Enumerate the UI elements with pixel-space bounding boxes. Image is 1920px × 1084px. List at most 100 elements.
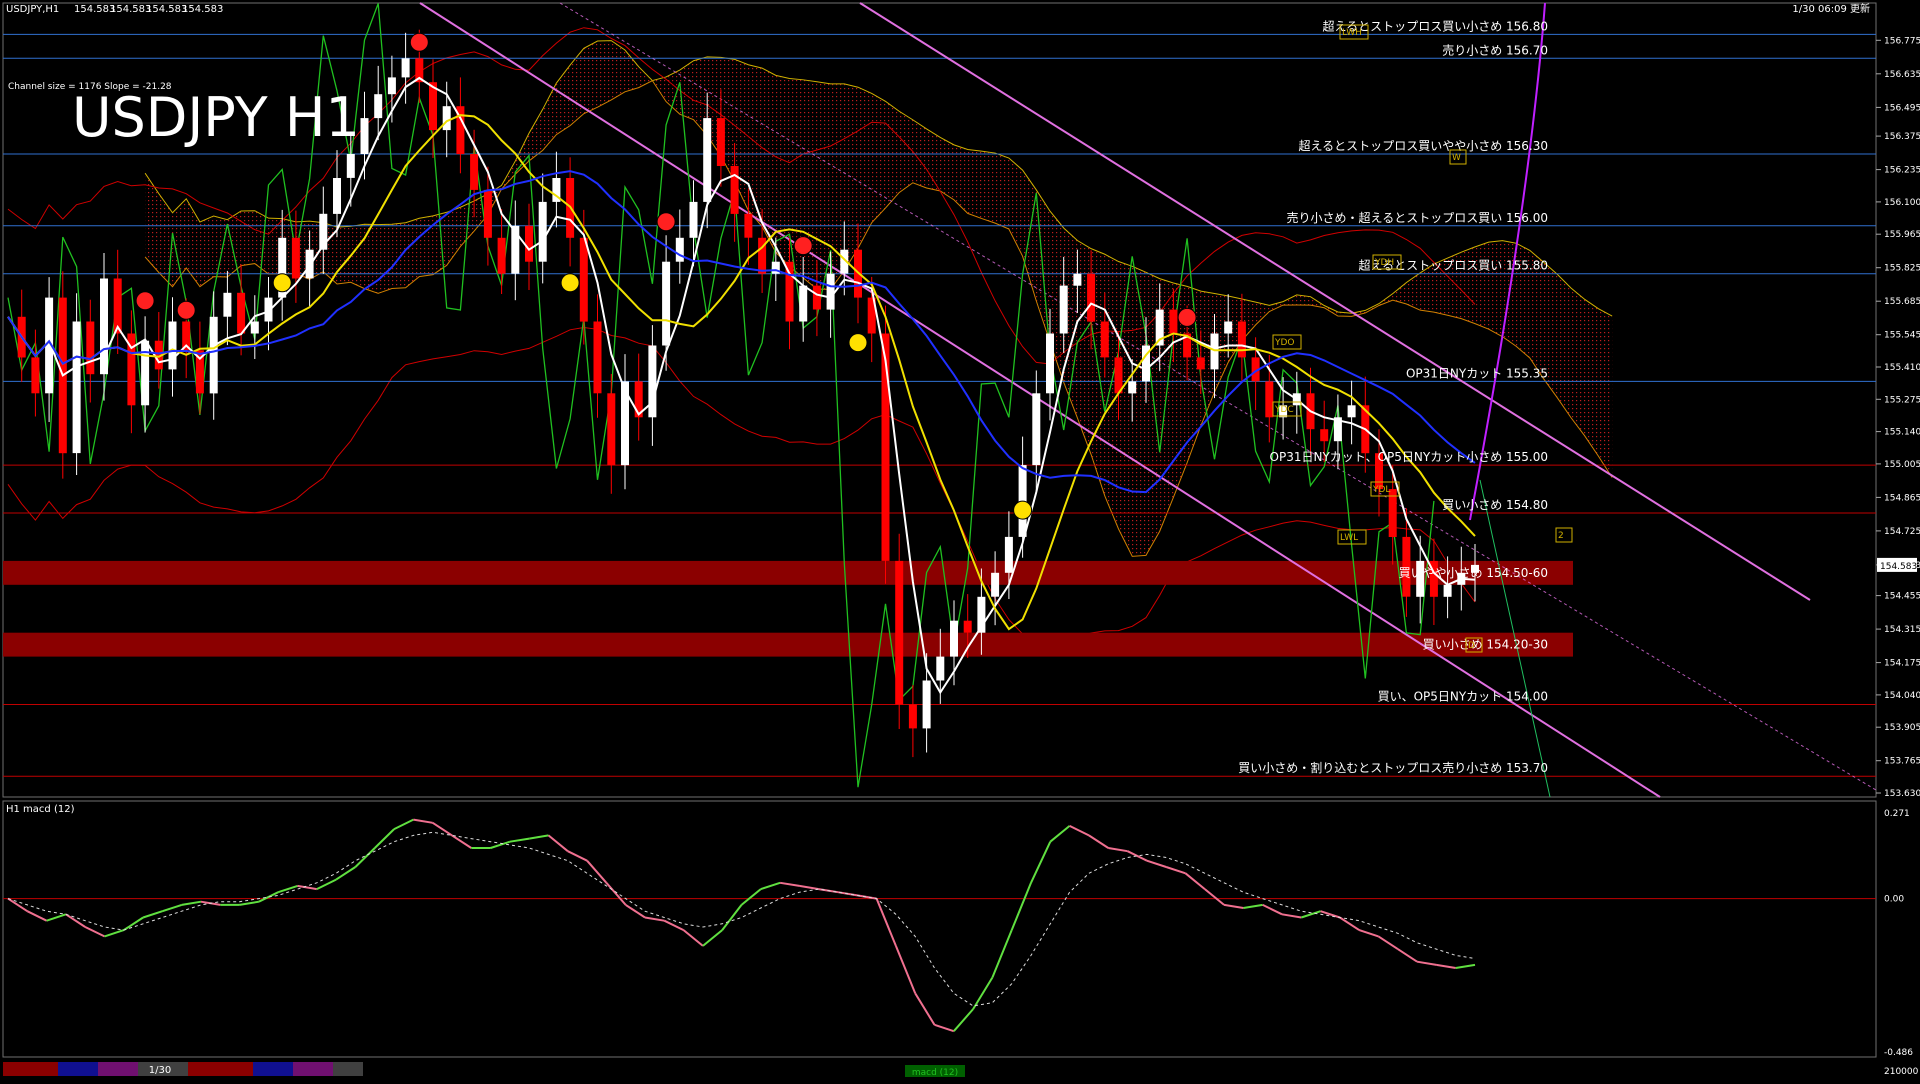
candle-body — [497, 237, 506, 274]
price-tick-label: 153.765 — [1884, 757, 1920, 767]
candle-body — [1169, 309, 1178, 334]
candle-body — [470, 154, 479, 190]
price-tick-label: 156.635 — [1884, 70, 1920, 80]
footer-date: 1/30 — [149, 1065, 171, 1076]
candle-body — [648, 345, 657, 418]
indicator-tab[interactable]: macd (12) — [912, 1068, 958, 1078]
candle-body — [812, 285, 821, 310]
fractal-up-marker — [656, 212, 676, 232]
candle-body — [826, 273, 835, 310]
macd-tick-label: 0.271 — [1884, 809, 1910, 819]
candle-body — [100, 278, 108, 375]
fractal-down-marker — [560, 273, 580, 293]
fractal-down-marker — [848, 333, 868, 353]
level-label: 買い小さめ 154.80 — [1442, 498, 1548, 512]
price-tick-label: 153.905 — [1884, 723, 1920, 733]
candle-body — [607, 393, 616, 466]
candle-body — [1004, 536, 1013, 573]
fractal-up-marker — [793, 236, 813, 256]
candle-body — [785, 261, 794, 322]
price-tick-label: 155.685 — [1884, 297, 1920, 307]
candle-body — [716, 118, 725, 166]
price-tick-label: 155.410 — [1884, 363, 1920, 373]
price-tick-label: 155.825 — [1884, 264, 1920, 274]
tag-label: LWL — [1340, 533, 1358, 543]
candle-body — [675, 237, 684, 262]
price-tick-label: 154.315 — [1884, 625, 1920, 635]
tag-label: YDL — [1372, 485, 1390, 495]
price-tick-label: 154.175 — [1884, 659, 1920, 669]
macd-tick-label: 0.00 — [1884, 895, 1904, 905]
tag-label: LWH — [1342, 28, 1362, 38]
candle-body — [593, 321, 602, 394]
candle-body — [950, 620, 958, 657]
level-label: OP31日NYカット 155.35 — [1406, 366, 1548, 380]
candle-body — [1320, 429, 1329, 442]
candle-body — [703, 118, 712, 202]
candle-body — [401, 58, 410, 78]
price-tick-label: 153.630 — [1884, 789, 1920, 799]
candle-body — [744, 213, 753, 238]
candle-body — [1032, 393, 1041, 466]
candle-body — [936, 656, 945, 681]
price-tick-label: 155.275 — [1884, 395, 1920, 405]
price-tick-label: 156.495 — [1884, 103, 1920, 113]
candle-body — [387, 77, 396, 95]
tag-label: 2 — [1558, 531, 1564, 541]
symbol-info: USDJPY,H1 — [6, 4, 59, 15]
fractal-down-marker — [272, 273, 292, 293]
macd-tick-label: -0.486 — [1884, 1048, 1913, 1058]
candle-body — [1128, 381, 1137, 394]
candle-body — [538, 201, 547, 262]
level-label: 買い小さめ・割り込むとストップロス売り小さめ 153.70 — [1238, 760, 1548, 775]
candle-body — [291, 237, 300, 279]
price-tick-label: 154.455 — [1884, 592, 1920, 602]
candle-body — [1443, 584, 1452, 597]
fractal-down-marker — [1013, 500, 1033, 520]
zone-band — [3, 632, 1573, 657]
zone-label: 買いやや小さめ 154.50-60 — [1399, 566, 1548, 580]
macd-title: H1 macd (12) — [6, 804, 75, 815]
candle-body — [483, 189, 492, 238]
candle-body — [168, 321, 177, 370]
level-label: OP31日NYカット、OP5日NYカット小さめ 155.00 — [1270, 450, 1548, 464]
level-label: 売り小さめ 156.70 — [1442, 42, 1548, 57]
tag-label: YDO — [1274, 338, 1295, 348]
candle-body — [689, 201, 698, 238]
candle-body — [1046, 333, 1054, 394]
price-tick-label: 156.100 — [1884, 198, 1920, 208]
trading-chart[interactable]: 超えるとストップロス買い小さめ 156.80 売り小さめ 156.70 超えるとスト… — [0, 0, 1920, 1080]
chart-canvas[interactable]: 超えるとストップロス買い小さめ 156.80売り小さめ 156.70超えるとスト… — [0, 0, 1920, 1080]
candle-body — [31, 357, 40, 394]
level-label: 買い、OP5日NYカット 154.00 — [1378, 690, 1548, 704]
candle-body — [333, 178, 341, 214]
chart-title: USDJPY H1 — [72, 86, 360, 149]
price-tick-label: 155.140 — [1884, 428, 1920, 438]
candle-body — [963, 620, 972, 633]
candle-body — [799, 285, 808, 322]
candle-body — [141, 340, 150, 406]
footer-right-value: 210000 — [1884, 1067, 1919, 1077]
update-datetime: 1/30 06:09 更新 — [1792, 2, 1870, 15]
price-tick-label: 154.040 — [1884, 691, 1920, 701]
candle-body — [922, 680, 931, 729]
price-tick-label: 156.375 — [1884, 132, 1920, 142]
candle-body — [730, 166, 739, 214]
candle-body — [895, 560, 904, 705]
fractal-up-marker — [409, 32, 429, 52]
ohlc-close: 154.583 — [182, 4, 223, 15]
tag-label: W — [1452, 153, 1461, 163]
price-tick-label: 155.965 — [1884, 230, 1920, 240]
tag-label: YDH — [1374, 258, 1394, 268]
candle-body — [1059, 285, 1068, 334]
candle-body — [209, 316, 218, 394]
price-tick-label: 154.725 — [1884, 527, 1920, 537]
candle-body — [1087, 273, 1096, 322]
zone-label: 買い小さめ 154.20-30 — [1423, 638, 1548, 652]
candle-body — [1224, 321, 1233, 334]
candle-body — [1237, 321, 1246, 358]
level-label: 売り小さめ・超えるとストップロス買い 156.00 — [1287, 210, 1548, 225]
candle-body — [374, 94, 383, 119]
candle-body — [86, 321, 95, 375]
candle-body — [579, 237, 588, 322]
